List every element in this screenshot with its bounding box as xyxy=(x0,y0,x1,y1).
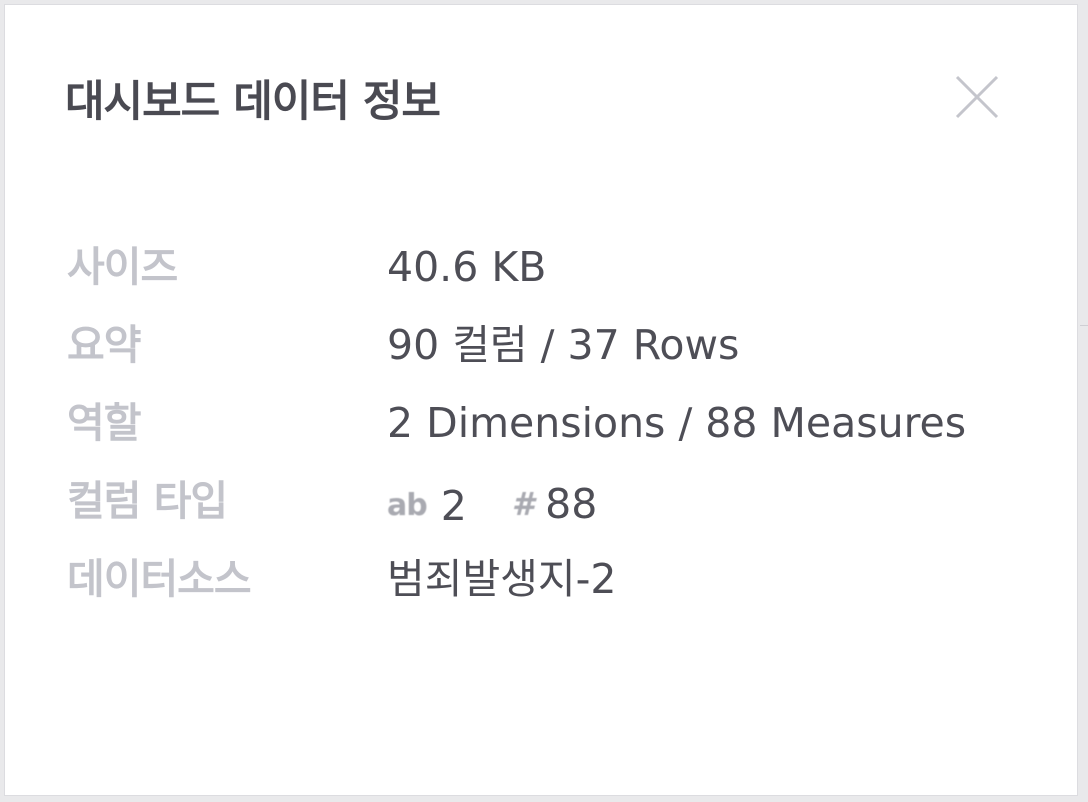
role-value: 2 Dimensions / 88 Measures xyxy=(387,399,967,447)
close-button[interactable] xyxy=(949,69,1005,125)
dashboard-data-info-dialog: 대시보드 데이터 정보 사이즈 40.6 KB 요약 90 컬럼 / 37 Ro… xyxy=(4,4,1078,796)
datasource-value: 범죄발생지-2 xyxy=(387,555,617,603)
number-type-icon: # xyxy=(511,485,534,523)
backdrop-divider xyxy=(1080,325,1088,326)
column-type-label: 컬럼 타입 xyxy=(67,477,228,525)
info-row-summary: 요약 90 컬럼 / 37 Rows xyxy=(67,315,1047,393)
info-row-column-type: 컬럼 타입 ab 2 # 88 xyxy=(67,471,1047,549)
role-label: 역할 xyxy=(67,399,141,447)
info-row-size: 사이즈 40.6 KB xyxy=(67,237,1047,315)
info-list: 사이즈 40.6 KB 요약 90 컬럼 / 37 Rows 역할 2 Dime… xyxy=(67,237,1047,627)
number-type-chip: # 88 xyxy=(512,474,597,534)
number-type-count: 88 xyxy=(545,480,598,528)
text-type-icon: ab xyxy=(387,488,428,523)
size-label: 사이즈 xyxy=(67,243,178,291)
datasource-label: 데이터소스 xyxy=(67,555,252,603)
dialog-title: 대시보드 데이터 정보 xyxy=(65,77,441,127)
size-value: 40.6 KB xyxy=(387,243,547,291)
text-type-chip: ab 2 xyxy=(387,476,467,536)
summary-value: 90 컬럼 / 37 Rows xyxy=(387,321,740,369)
close-icon xyxy=(955,75,999,119)
column-type-value: ab 2 # 88 xyxy=(387,471,629,536)
summary-label: 요약 xyxy=(67,321,141,369)
text-type-count: 2 xyxy=(440,482,467,530)
info-row-role: 역할 2 Dimensions / 88 Measures xyxy=(67,393,1047,471)
info-row-datasource: 데이터소스 범죄발생지-2 xyxy=(67,549,1047,627)
